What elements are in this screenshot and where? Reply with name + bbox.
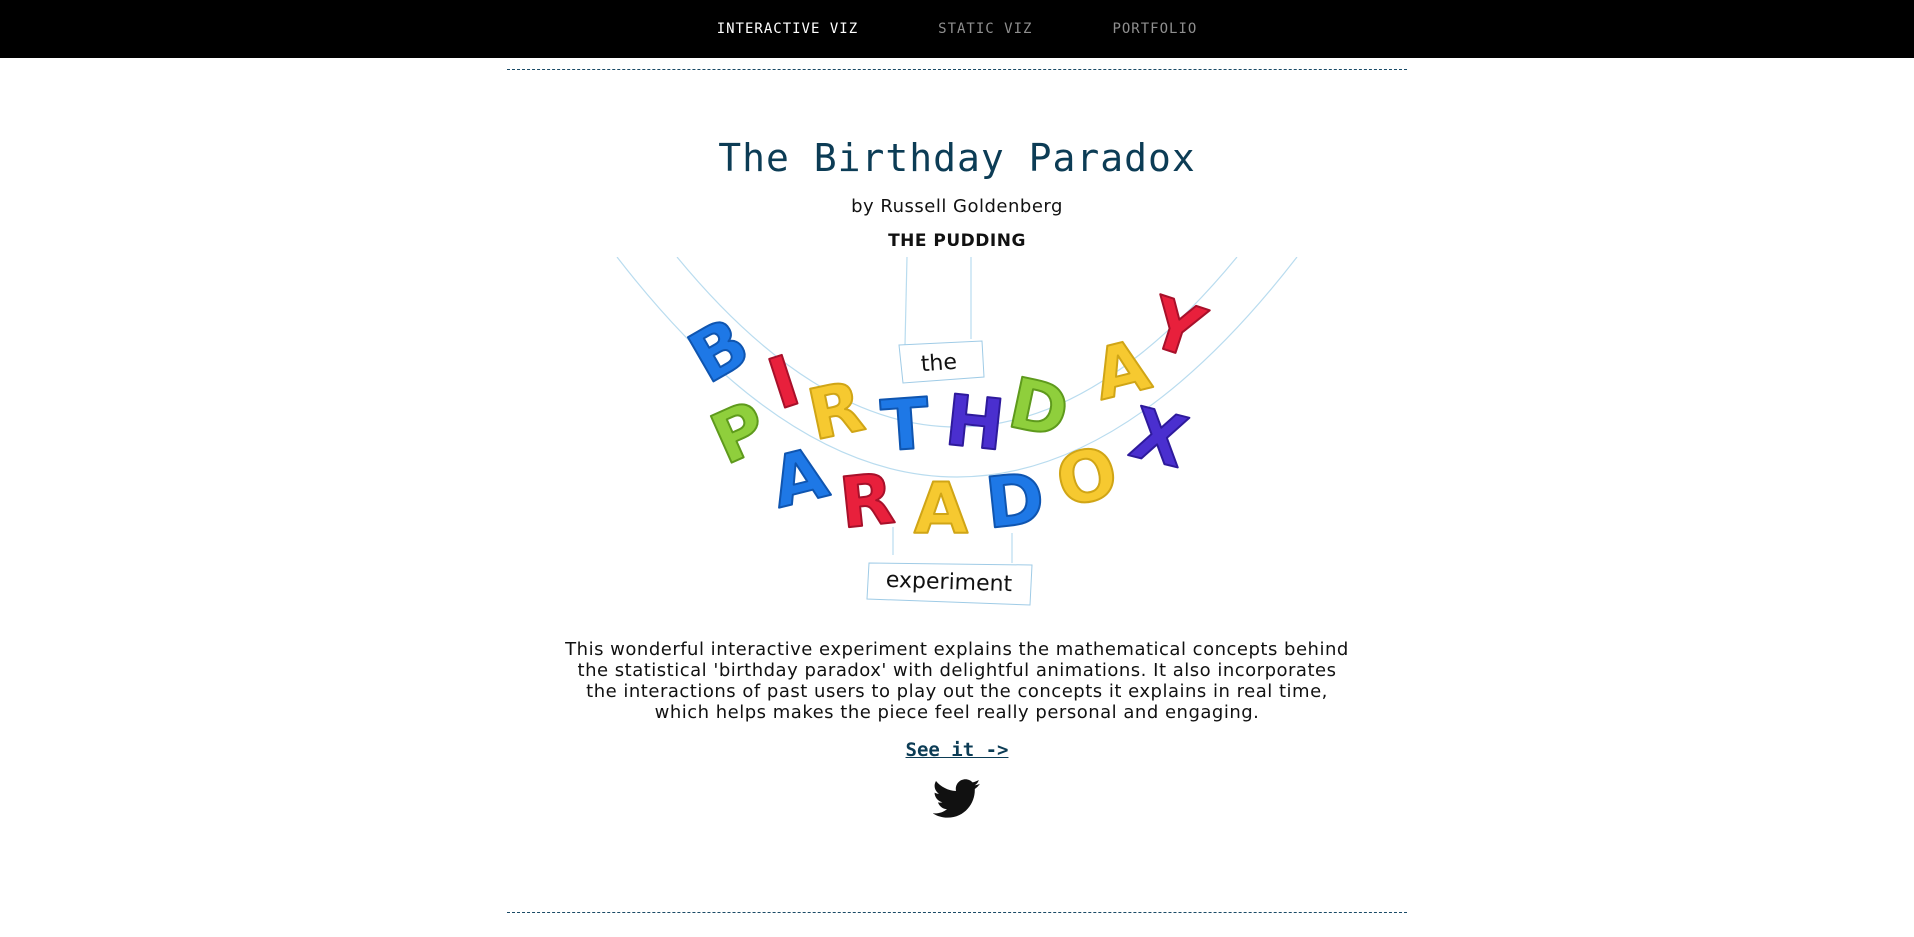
nav-interactive-viz[interactable]: INTERACTIVE VIZ [717,21,858,37]
bottom-divider [507,912,1407,913]
letter-h: H [941,379,1008,467]
letter-d: D [982,457,1048,545]
letter-a: A [914,468,968,550]
top-divider [507,69,1407,70]
tag-the-label: the [920,350,958,377]
tag-the: the [898,340,985,384]
letter-b: B [675,302,762,400]
description: This wonderful interactive experiment ex… [565,639,1349,723]
letter-t: T [879,382,933,467]
tag-experiment-label: experiment [885,568,1013,597]
byline: by Russell Goldenberg [851,196,1063,217]
tag-experiment: experiment [866,562,1033,606]
birthday-paradox-artwork: the B I R T H D A Y P A R A D O X experi… [616,257,1298,606]
article: The Birthday Paradox by Russell Goldenbe… [507,136,1407,819]
letter-r: R [836,457,898,544]
page-title: The Birthday Paradox [718,136,1196,180]
twitter-icon[interactable] [933,779,981,819]
letter-o: O [1048,430,1126,524]
nav-portfolio[interactable]: PORTFOLIO [1112,21,1197,37]
top-navigation: INTERACTIVE VIZ STATIC VIZ PORTFOLIO [0,0,1914,58]
nav-static-viz[interactable]: STATIC VIZ [938,21,1032,37]
see-it-link[interactable]: See it -> [906,739,1009,761]
publisher-name: THE PUDDING [888,231,1026,251]
